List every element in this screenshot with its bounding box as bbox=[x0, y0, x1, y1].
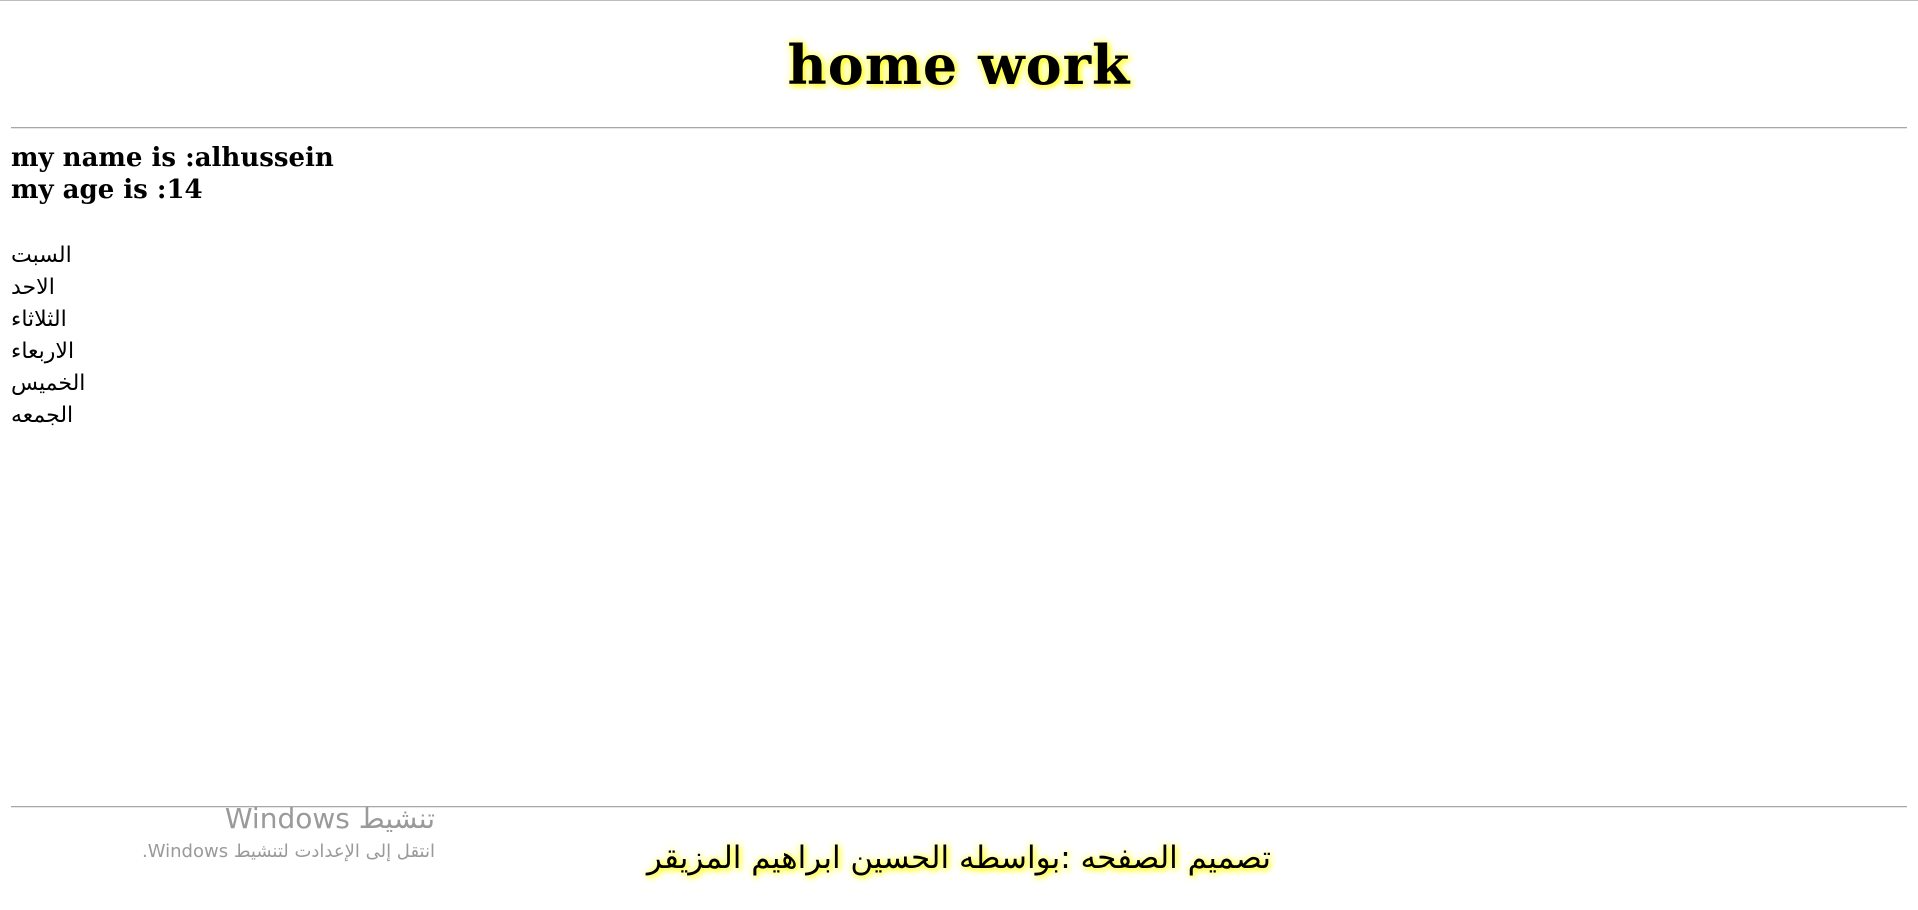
list-item-day: الثلاثاء bbox=[11, 307, 67, 332]
list-item-day: الاربعاء bbox=[11, 339, 75, 364]
top-border bbox=[0, 0, 1918, 1]
watermark-title: تنشيط Windows bbox=[224, 802, 435, 835]
list-item-day: الاحد bbox=[11, 275, 55, 300]
list-item-day: السبت bbox=[11, 243, 72, 268]
age-line: my age is :14 bbox=[11, 175, 203, 205]
list-item-day: الخميس bbox=[11, 371, 86, 396]
days-list: السبت الاحد الثلاثاء الاربعاء الخميس الج… bbox=[11, 240, 85, 432]
info-block: my name is :alhussein my age is :14 bbox=[11, 142, 334, 206]
page-title: home work bbox=[787, 33, 1131, 97]
name-line: my name is :alhussein bbox=[11, 143, 334, 173]
divider-top bbox=[11, 127, 1907, 129]
page: home work my name is :alhussein my age i… bbox=[0, 0, 1918, 910]
list-item-day: الجمعه bbox=[11, 403, 74, 428]
footer-credit: تصميم الصفحه :بواسطه الحسين ابراهيم المز… bbox=[646, 840, 1272, 876]
